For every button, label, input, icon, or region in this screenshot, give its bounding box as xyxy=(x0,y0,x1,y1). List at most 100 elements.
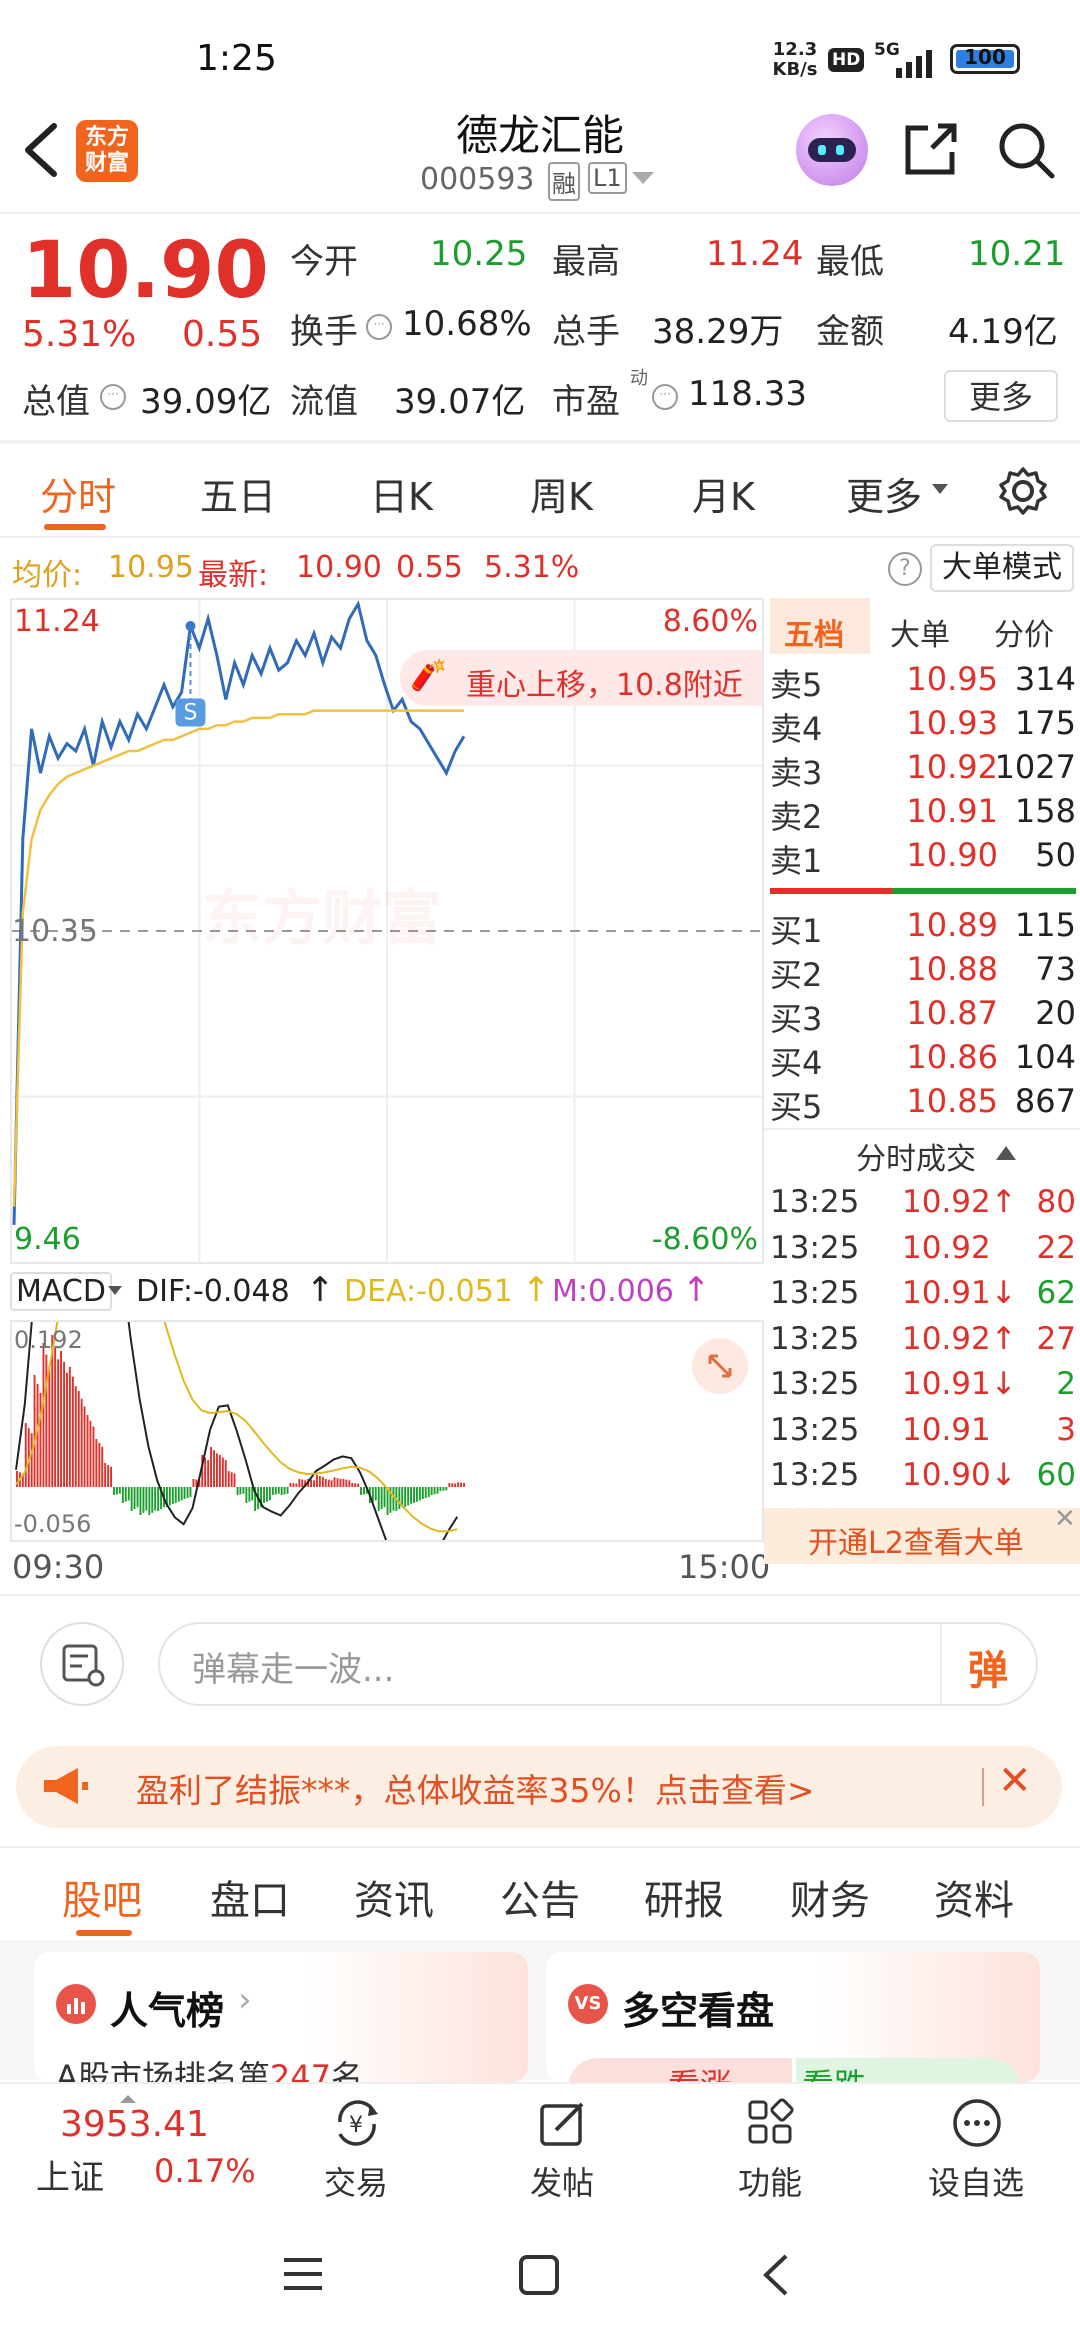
callout-banner[interactable]: 🧨 重心上移，10.8附近 xyxy=(400,650,762,706)
level-label: 卖2 xyxy=(770,798,823,836)
close-icon[interactable]: ✕ xyxy=(1054,1504,1076,1534)
macd-bar xyxy=(136,1487,139,1508)
chart-bars-icon xyxy=(56,1984,96,2024)
tab-week-k[interactable]: 周K xyxy=(530,466,593,521)
level-volume: 115 xyxy=(1014,906,1076,944)
macd-bar xyxy=(83,1406,86,1487)
macd-bar xyxy=(321,1476,324,1487)
nav-trade[interactable]: ¥ 交易 xyxy=(286,2096,426,2206)
level-price: 10.95 xyxy=(906,660,998,698)
caret-up-icon[interactable] xyxy=(996,1146,1016,1160)
info-icon[interactable]: ··· xyxy=(100,384,126,410)
macd-bar xyxy=(124,1487,127,1502)
tab-day-k[interactable]: 日K xyxy=(370,466,433,521)
expand-icon[interactable] xyxy=(692,1338,748,1394)
trade-row: 13:25 10.91 3 xyxy=(764,1412,1080,1456)
tab-finance[interactable]: 财务 xyxy=(790,1868,870,1926)
nav-post[interactable]: 发帖 xyxy=(494,2096,634,2206)
bull-bear-card[interactable]: VS 多空看盘 看涨 看跌 xyxy=(546,1952,1040,2082)
macd-selector[interactable]: MACD xyxy=(10,1272,112,1311)
danmu-input[interactable]: 弹幕走一波... 弹 xyxy=(158,1622,1038,1706)
bear-button[interactable]: 看跌 xyxy=(796,2058,1020,2082)
macd-bar xyxy=(127,1487,130,1501)
macd-bar xyxy=(54,1347,57,1487)
nav-functions[interactable]: 功能 xyxy=(700,2096,840,2206)
index-pct[interactable]: 0.17% xyxy=(154,2152,256,2190)
bid-row: 买1 10.89 115 xyxy=(764,906,1080,950)
tab-announcements[interactable]: 公告 xyxy=(500,1868,580,1926)
macd-bar xyxy=(377,1487,380,1511)
caret-down-icon[interactable] xyxy=(108,1286,122,1296)
macd-bar xyxy=(192,1479,195,1487)
ask-row: 卖3 10.92 1027 xyxy=(764,748,1080,792)
share-icon[interactable] xyxy=(900,120,960,180)
tab-price-dist[interactable]: 分价 xyxy=(994,610,1054,654)
caret-down-icon[interactable] xyxy=(632,172,654,186)
macd-bar xyxy=(139,1487,142,1515)
tab-intraday[interactable]: 分时 xyxy=(40,466,116,521)
level-volume: 73 xyxy=(1035,950,1076,988)
float-label: 流值 xyxy=(290,382,358,422)
tab-more[interactable]: 更多 xyxy=(846,466,922,521)
back-arrow-icon[interactable] xyxy=(20,120,60,180)
index-value[interactable]: 3953.41 xyxy=(60,2104,209,2145)
latest-value: 10.90 xyxy=(296,550,382,585)
macd-header: MACD DIF:-0.048 ↑ DEA:-0.051 ↑ M:0.006 ↑ xyxy=(10,1264,764,1320)
big-order-mode-button[interactable]: 大单模式 xyxy=(930,544,1074,592)
l2-banner[interactable]: 开通L2查看大单 ✕ xyxy=(764,1504,1080,1564)
tab-news[interactable]: 资讯 xyxy=(354,1868,434,1926)
home-icon[interactable] xyxy=(518,2254,560,2296)
system-nav-bar xyxy=(0,2210,1080,2340)
tab-five-levels[interactable]: 五档 xyxy=(770,598,870,654)
robot-assistant-icon[interactable] xyxy=(796,114,868,186)
menu-icon[interactable] xyxy=(282,2256,324,2292)
tab-pankou[interactable]: 盘口 xyxy=(210,1868,290,1926)
bull-button[interactable]: 看涨 xyxy=(568,2058,792,2082)
macd-bar xyxy=(92,1426,95,1487)
macd-bar xyxy=(171,1487,174,1504)
info-icon[interactable]: ··· xyxy=(652,384,678,410)
macd-bar xyxy=(66,1372,68,1487)
search-icon[interactable] xyxy=(994,118,1058,182)
intraday-chart[interactable]: S 东方财富 11.24 8.60% 10.35 9.46 -8.60% 🧨 重… xyxy=(10,598,764,1264)
macd-bar xyxy=(221,1457,224,1487)
back-icon[interactable] xyxy=(760,2252,790,2298)
app-logo[interactable]: 东方 财富 xyxy=(76,120,138,182)
bid-row: 买4 10.86 104 xyxy=(764,1038,1080,1082)
pe-label: 市盈 xyxy=(552,382,620,422)
close-icon[interactable]: ✕ xyxy=(998,1758,1032,1804)
macd-bar xyxy=(274,1487,277,1495)
macd-bar xyxy=(330,1480,333,1487)
macd-bar xyxy=(89,1420,92,1487)
danmu-settings-icon[interactable] xyxy=(40,1622,124,1706)
tab-five-day[interactable]: 五日 xyxy=(200,466,276,521)
promo-text[interactable]: 盈利了结振***，总体收益率35%！点击查看> xyxy=(136,1764,815,1812)
tab-big-orders[interactable]: 大单 xyxy=(890,610,950,654)
nav-add-watchlist[interactable]: 设自选 xyxy=(906,2096,1046,2206)
macd-bar xyxy=(118,1487,121,1494)
turnover-value: 10.68% xyxy=(402,304,532,344)
turnover-label: 换手 xyxy=(290,312,358,352)
macd-bar xyxy=(342,1479,345,1487)
more-quote-button[interactable]: 更多 xyxy=(944,370,1058,422)
trade-price: 10.92↑ xyxy=(902,1320,1017,1357)
danmu-send-button[interactable]: 弹 xyxy=(968,1638,1008,1696)
promo-banner[interactable]: 盈利了结振***，总体收益率35%！点击查看> ✕ xyxy=(16,1746,1062,1828)
popularity-card[interactable]: 人气榜 › A股市场排名第247名 xyxy=(34,1952,528,2082)
info-icon[interactable]: ··· xyxy=(366,314,392,340)
index-name[interactable]: 上证 xyxy=(36,2150,104,2199)
tab-research[interactable]: 研报 xyxy=(644,1868,724,1926)
macd-bar xyxy=(24,1423,27,1487)
macd-bar xyxy=(348,1480,351,1487)
macd-bar xyxy=(442,1487,445,1491)
mktcap-value: 39.09亿 xyxy=(140,382,272,422)
volume-label: 总手 xyxy=(552,312,620,352)
trades-title[interactable]: 分时成交 xyxy=(856,1134,976,1178)
tab-profile[interactable]: 资料 xyxy=(934,1868,1014,1926)
macd-chart[interactable]: 0.192 -0.056 xyxy=(10,1320,764,1542)
tab-guba[interactable]: 股吧 xyxy=(62,1868,142,1926)
ask-row: 卖2 10.91 158 xyxy=(764,792,1080,836)
tab-month-k[interactable]: 月K xyxy=(692,466,755,521)
help-icon[interactable]: ? xyxy=(888,552,922,586)
settings-gear-icon[interactable] xyxy=(998,466,1048,516)
